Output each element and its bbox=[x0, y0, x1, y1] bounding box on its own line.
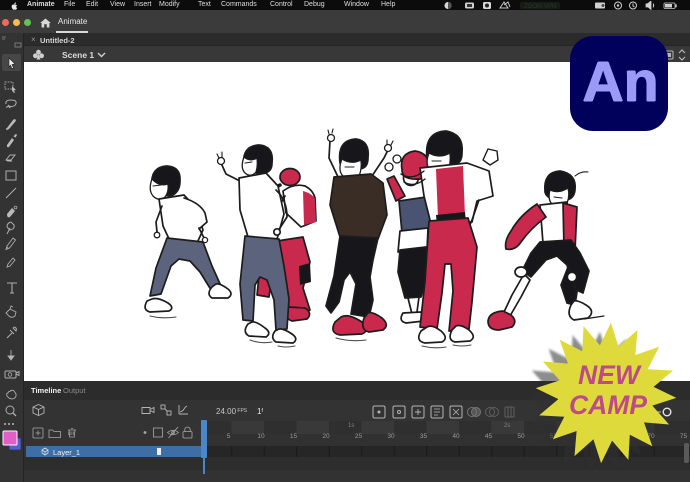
svg-text:CAMP: CAMP bbox=[569, 390, 647, 420]
svg-text:NEW: NEW bbox=[578, 360, 642, 390]
